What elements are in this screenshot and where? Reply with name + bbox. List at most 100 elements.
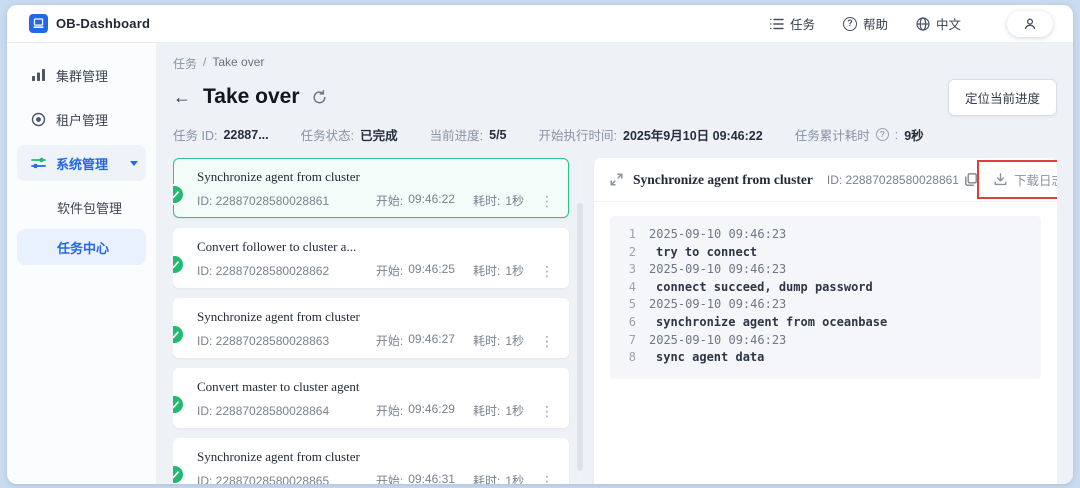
subtask-id: ID: 22887028580028865	[197, 473, 330, 485]
subtask-duration: 耗时: 1秒	[473, 472, 524, 484]
log-line-text: 2025-09-10 09:46:23	[649, 262, 787, 277]
log-line-text: 2025-09-10 09:46:23	[649, 332, 787, 347]
log-line: 6 synchronize agent from oceanbase	[620, 314, 1033, 332]
log-line-text: 2025-09-10 09:46:23	[649, 227, 787, 241]
ob-logo-icon	[29, 14, 48, 33]
sidebar-item-task-center[interactable]: 任务中心	[17, 229, 146, 265]
subtask-duration: 耗时: 1秒	[473, 402, 524, 419]
subtask-duration-label: 耗时:	[472, 404, 501, 418]
subtask-start: 开始: 09:46:27	[376, 332, 455, 349]
brand: OB-Dashboard	[29, 14, 150, 33]
log-line: 4 connect succeed, dump password	[620, 279, 1033, 297]
page-title: Take over	[203, 85, 300, 108]
kebab-menu-icon[interactable]: ⋮	[540, 264, 554, 278]
subtask-start-label: 开始:	[375, 404, 404, 418]
nav-tasks-label: 任务	[789, 18, 815, 32]
tenant-icon	[31, 112, 46, 126]
log-line-text: sync agent data	[656, 350, 765, 365]
subtask-duration-value: 1秒	[505, 194, 524, 208]
top-nav: 任务 ? 帮助 中文	[770, 10, 1053, 37]
download-log-button[interactable]: 下载日志	[994, 170, 1057, 189]
help-icon: ?	[842, 16, 857, 31]
expand-icon[interactable]	[610, 173, 623, 186]
log-line-number: 8	[628, 350, 636, 365]
locate-progress-button[interactable]: 定位当前进度	[947, 78, 1057, 116]
meta-start-time: 开始执行时间: 2025年9月10日 09:46:22	[539, 125, 763, 144]
meta-label: 任务累计耗时	[794, 129, 870, 143]
subtask-duration-value: 1秒	[505, 334, 524, 348]
content-columns: Synchronize agent from cluster ID: 22887…	[173, 158, 1057, 484]
kebab-menu-icon[interactable]: ⋮	[540, 404, 554, 418]
log-line: 7 2025-09-10 09:46:23	[620, 332, 1033, 350]
sidebar-item-packages[interactable]: 软件包管理	[17, 189, 146, 225]
subtask-list: Synchronize agent from cluster ID: 22887…	[173, 158, 569, 484]
sidebar-item-label: 软件包管理	[57, 200, 123, 216]
sidebar-item-tenant[interactable]: 租户管理	[17, 101, 146, 137]
nav-language-label: 中文	[935, 18, 961, 32]
subtask-card[interactable]: Convert master to cluster agent ID: 2288…	[173, 368, 569, 428]
sidebar-item-cluster[interactable]: 集群管理	[17, 57, 146, 93]
subtask-duration: 耗时: 1秒	[473, 192, 524, 209]
log-panel-header: Synchronize agent from cluster ID: 22887…	[594, 158, 1057, 202]
meta-label: 当前进度:	[429, 129, 484, 143]
subtask-start-value: 09:46:31	[408, 472, 455, 484]
kebab-menu-icon[interactable]: ⋮	[540, 334, 554, 348]
subtask-start-label: 开始:	[375, 334, 404, 348]
download-icon	[994, 173, 1007, 186]
kebab-menu-icon[interactable]: ⋮	[540, 474, 554, 485]
subtask-card[interactable]: Synchronize agent from cluster ID: 22887…	[173, 438, 569, 484]
subtask-start: 开始: 09:46:22	[376, 192, 455, 209]
nav-language[interactable]: 中文	[916, 14, 961, 33]
globe-icon	[916, 16, 930, 31]
brand-title: OB-Dashboard	[56, 16, 151, 31]
log-line-number: 2	[628, 244, 636, 259]
refresh-icon[interactable]	[312, 89, 327, 105]
subtask-card[interactable]: Synchronize agent from cluster ID: 22887…	[173, 158, 569, 218]
copy-icon[interactable]	[965, 173, 977, 186]
scrollbar[interactable]	[577, 158, 583, 484]
log-line-text: try to connect	[656, 244, 758, 259]
subtask-start-label: 开始:	[375, 264, 404, 278]
subtask-title: Synchronize agent from cluster	[197, 449, 360, 464]
help-circle-icon[interactable]: ?	[875, 128, 889, 141]
meta-value: 9秒	[904, 129, 924, 143]
breadcrumb-current: Take over	[212, 55, 265, 69]
meta-value: 22887...	[223, 127, 269, 142]
download-log-label: 下载日志	[1013, 174, 1057, 188]
success-check-icon	[173, 256, 183, 273]
nav-tasks[interactable]: 任务	[770, 14, 815, 33]
subtask-card[interactable]: Convert follower to cluster a... ID: 228…	[173, 228, 569, 288]
log-line: 2 try to connect	[620, 244, 1033, 262]
subtask-detail-row: ID: 22887028580028864 开始: 09:46:29 耗时: 1…	[197, 402, 556, 419]
app-window: OB-Dashboard 任务 ? 帮助 中文 集群管理 租户管理 系统管理 软…	[7, 5, 1073, 484]
kebab-menu-icon[interactable]: ⋮	[540, 194, 554, 208]
subtask-duration-value: 1秒	[505, 404, 524, 418]
subtask-duration: 耗时: 1秒	[473, 262, 524, 279]
subtask-start-label: 开始:	[375, 474, 404, 484]
success-check-icon	[173, 466, 183, 483]
status-badge: 已完成	[360, 129, 398, 143]
scrollbar-thumb[interactable]	[577, 203, 583, 471]
subtask-title: Convert master to cluster agent	[197, 379, 360, 394]
subtask-duration-label: 耗时:	[472, 194, 501, 208]
log-panel-title: Synchronize agent from cluster	[633, 171, 813, 187]
subtask-duration-value: 1秒	[505, 264, 524, 278]
bar-chart-icon	[32, 69, 45, 81]
subtask-card[interactable]: Synchronize agent from cluster ID: 22887…	[173, 298, 569, 358]
log-line-text: 2025-09-10 09:46:23	[649, 297, 787, 312]
user-icon	[1024, 18, 1036, 29]
subtask-start-value: 09:46:29	[408, 402, 455, 416]
nav-help[interactable]: ? 帮助	[842, 14, 888, 33]
subtask-start-value: 09:46:22	[408, 192, 455, 206]
log-line-number: 7	[628, 332, 636, 347]
avatar[interactable]	[1007, 10, 1053, 37]
breadcrumb: 任务 / Take over	[173, 55, 1057, 72]
back-arrow-icon[interactable]: ←	[173, 88, 191, 106]
log-content[interactable]: 1 2025-09-10 09:46:23 2 try to connect 3…	[610, 216, 1041, 379]
breadcrumb-tasks[interactable]: 任务	[173, 55, 197, 72]
subtask-start-value: 09:46:27	[408, 332, 455, 346]
log-line-number: 4	[628, 279, 636, 294]
nav-help-label: 帮助	[862, 18, 888, 32]
sidebar-item-system[interactable]: 系统管理	[17, 145, 146, 181]
subtask-detail-row: ID: 22887028580028865 开始: 09:46:31 耗时: 1…	[197, 472, 556, 484]
